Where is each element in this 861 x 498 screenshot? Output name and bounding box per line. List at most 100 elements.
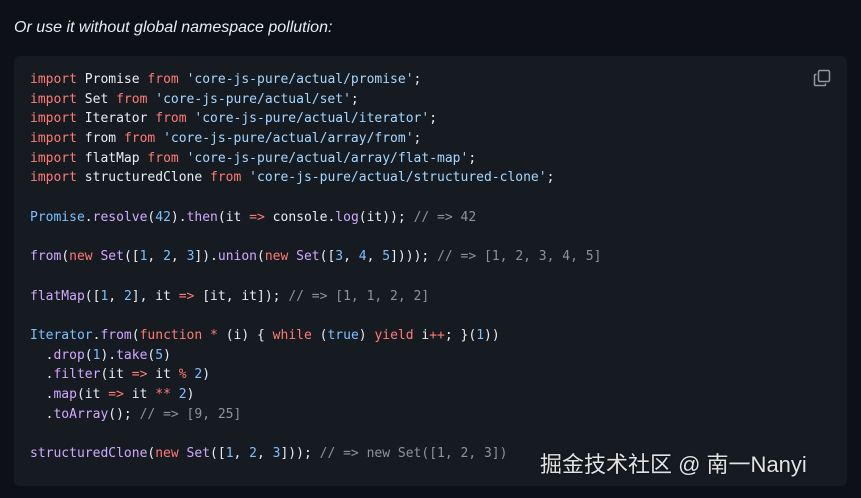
code-token: import xyxy=(30,91,77,107)
code-token: 'core-js-pure/actual/array/from' xyxy=(163,131,414,147)
code-token: 1 xyxy=(476,327,485,343)
code-line: .toArray(); // => [9, 25] xyxy=(30,405,601,425)
code-token: import xyxy=(30,150,77,166)
code-token: from xyxy=(147,72,179,87)
code-token: from xyxy=(100,327,132,343)
code-token: , xyxy=(170,249,187,265)
code-token: filter xyxy=(53,367,101,383)
code-token: (it xyxy=(100,367,132,383)
code-token: % xyxy=(178,367,187,383)
code-token: // => new Set([1, 2, 3]) xyxy=(319,446,508,462)
code-token: while xyxy=(272,327,312,343)
code-token: ). xyxy=(170,209,187,225)
code-token: 42 xyxy=(155,209,171,225)
code-token: import xyxy=(30,170,77,186)
copy-button[interactable] xyxy=(812,68,832,88)
code-token: Set xyxy=(76,91,117,107)
code-token: ; xyxy=(350,91,359,107)
code-token: import xyxy=(30,131,77,147)
code-line: structuredClone(new Set([1, 2, 3])); // … xyxy=(30,444,601,464)
code-token: ( xyxy=(131,327,140,343)
code-token: => xyxy=(131,367,148,383)
code-token: ([ xyxy=(84,288,101,304)
code-token: drop xyxy=(53,347,85,363)
code-token: ; xyxy=(468,150,477,166)
code-line: .filter(it => it % 2) xyxy=(30,365,601,385)
code-token: ( xyxy=(311,327,328,343)
code-token: from xyxy=(210,170,242,186)
code-token: 1 xyxy=(225,446,234,462)
code-token: from xyxy=(30,249,62,265)
code-token: ) xyxy=(186,387,195,402)
code-token: Promise xyxy=(30,209,85,225)
code-token: Set xyxy=(100,249,124,265)
code-line: Promise.resolve(42).then(it => console.l… xyxy=(30,208,601,228)
code-token: 5 xyxy=(382,249,391,265)
code-token: import xyxy=(30,72,77,87)
code-token: . xyxy=(30,347,54,363)
code-token: . xyxy=(84,209,93,225)
code-token: , xyxy=(108,288,124,304)
code-token: 2 xyxy=(123,288,132,304)
code-token: ]))); xyxy=(390,249,438,265)
code-token: ; xyxy=(429,111,438,127)
code-token: (it)); xyxy=(358,209,414,225)
code-token: from xyxy=(116,91,148,107)
code-token: // => [1, 2, 3, 4, 5] xyxy=(437,249,602,265)
code-token: 4 xyxy=(358,249,367,265)
code-token: structuredClone xyxy=(30,446,148,462)
code-token: import xyxy=(30,111,77,127)
code-token: structuredClone xyxy=(76,170,211,186)
code-token: new xyxy=(69,249,93,265)
code-token: from xyxy=(76,131,124,147)
code-token: Promise xyxy=(76,72,148,87)
code-token: ; }( xyxy=(444,327,477,343)
code-token: from xyxy=(123,131,156,147)
code-token: ], it xyxy=(131,288,179,304)
code-token: flatMap xyxy=(76,150,148,166)
code-token: , xyxy=(257,446,273,462)
code-token: ( xyxy=(84,347,93,363)
code-token: (it xyxy=(76,387,109,402)
intro-text: Or use it without global namespace pollu… xyxy=(14,19,333,36)
code-token: 2 xyxy=(178,387,187,402)
code-token: Set xyxy=(186,446,211,462)
code-token: , xyxy=(343,249,359,265)
code-block: import Promise from 'core-js-pure/actual… xyxy=(14,56,847,486)
code-token: ) xyxy=(163,347,171,363)
code-token: ([ xyxy=(210,446,226,462)
code-line: import Iterator from 'core-js-pure/actua… xyxy=(30,109,601,129)
code-line: flatMap([1, 2], it => [it, it]); // => [… xyxy=(30,287,601,307)
code-token: 'core-js-pure/actual/array/flat-map' xyxy=(186,150,469,166)
code-token: 'core-js-pure/actual/structured-clone' xyxy=(249,170,547,186)
code-token: => xyxy=(178,288,195,304)
code-token: then xyxy=(186,209,218,225)
code-token: . xyxy=(30,387,54,402)
code-token: it xyxy=(123,387,156,402)
code-token: ; xyxy=(546,170,555,186)
code-token: * xyxy=(210,327,218,343)
code-token: yield xyxy=(374,327,414,343)
code-token: ; xyxy=(413,72,422,87)
code-token: [it, it]); xyxy=(194,288,289,304)
copy-icon xyxy=(813,69,831,87)
code-token: (); xyxy=(108,406,140,422)
code-token: ([ xyxy=(123,249,140,265)
code-token: Iterator xyxy=(30,327,93,343)
code-line: from(new Set([1, 2, 3]).union(new Set([3… xyxy=(30,247,601,267)
code-token: take xyxy=(116,347,148,363)
code-token: flatMap xyxy=(30,288,85,304)
code-token: ). xyxy=(100,347,117,363)
code-line: import flatMap from 'core-js-pure/actual… xyxy=(30,149,601,169)
code-token: 'core-js-pure/actual/promise' xyxy=(186,72,414,87)
code-token: (i) { xyxy=(217,327,273,343)
code-token: ) xyxy=(358,327,375,343)
